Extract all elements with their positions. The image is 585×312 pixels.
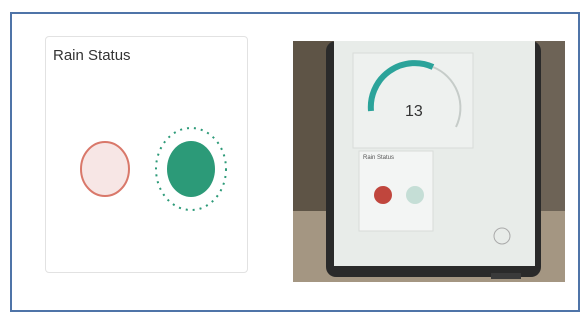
rain-status-card: Rain Status [45, 36, 248, 273]
gauge-value: 13 [405, 103, 423, 120]
rain-indicator-on[interactable] [167, 141, 215, 197]
mini-title: Rain Status [363, 155, 394, 161]
tablet-photo-illustration: 13 Rain Status [293, 41, 565, 282]
rain-indicators [80, 127, 227, 211]
device-photo: 13 Rain Status [293, 41, 565, 282]
rain-indicator-off[interactable] [80, 141, 130, 197]
